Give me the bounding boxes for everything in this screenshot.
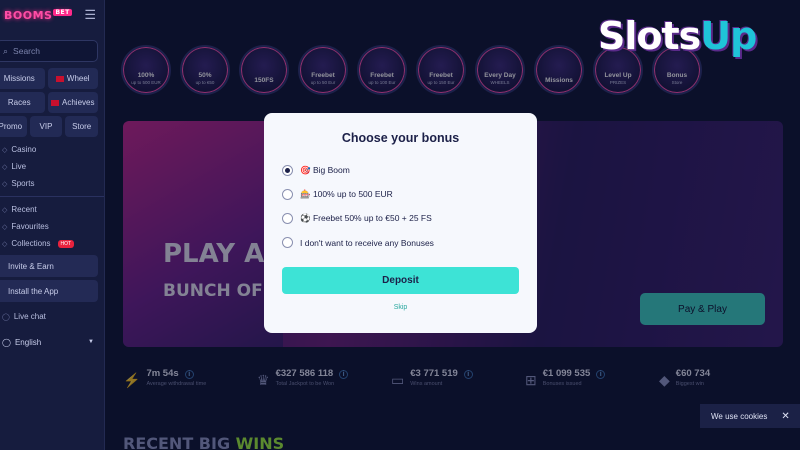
- search-icon: ⌕: [3, 45, 9, 56]
- tile-label: Achieves: [62, 98, 95, 107]
- option-label: 🎰 100% up to 500 EUR: [300, 189, 393, 199]
- sidebar: BOOMS BET ☰ ⌕ Search Missions Wheel Races…: [0, 0, 105, 450]
- nav-sports[interactable]: ◇ Sports: [0, 175, 104, 192]
- nav-primary: ◇ Casino ◇ Live ◇ Sports: [0, 141, 104, 192]
- nav-label: Collections: [11, 239, 51, 248]
- nav-label: Favourites: [11, 222, 49, 231]
- collection-icon: ◇: [2, 240, 8, 248]
- tile-wheel[interactable]: Wheel: [47, 68, 98, 89]
- live-chat-link[interactable]: ◯ Live chat: [0, 308, 104, 325]
- clock-icon: ◇: [2, 206, 8, 214]
- tile-label: Races: [7, 98, 31, 107]
- tile-label: Wheel: [66, 74, 90, 83]
- search-input[interactable]: ⌕ Search: [0, 40, 98, 62]
- language-select[interactable]: ◯ English ▼: [0, 331, 104, 353]
- nav-label: Sports: [11, 179, 35, 188]
- slotsup-watermark: SlotsUp: [598, 14, 757, 58]
- tile-label: VIP: [39, 122, 53, 131]
- chat-icon: ◯: [2, 313, 10, 321]
- globe-icon: ◯: [2, 337, 11, 347]
- radio[interactable]: [282, 189, 293, 200]
- nav-casino[interactable]: ◇ Casino: [0, 141, 104, 158]
- divider: [0, 196, 104, 197]
- radio-selected[interactable]: [282, 165, 293, 176]
- nav-label: Casino: [11, 145, 37, 154]
- skip-link[interactable]: Skip: [264, 304, 537, 311]
- option-label: I don't want to receive any Bonuses: [300, 237, 434, 248]
- nav-secondary: ◇ Recent ◇ Favourites ◇ Collections HOT: [0, 201, 104, 252]
- tile-promo[interactable]: Promo: [0, 116, 27, 137]
- flag-icon: [51, 99, 60, 106]
- radio[interactable]: [282, 213, 293, 224]
- caret-down-icon: ▼: [88, 339, 94, 345]
- tile-store[interactable]: Store: [65, 116, 98, 137]
- nav-favourites[interactable]: ◇ Favourites: [0, 218, 104, 235]
- close-icon[interactable]: ✕: [781, 411, 789, 422]
- install-label: Install the App: [8, 286, 59, 296]
- nav-collections[interactable]: ◇ Collections HOT: [0, 235, 104, 252]
- invite-earn-button[interactable]: Invite & Earn: [0, 255, 98, 277]
- deposit-button[interactable]: Deposit: [282, 267, 519, 294]
- quick-grid-3: Promo VIP Store: [0, 116, 98, 137]
- bonus-option-none[interactable]: I don't want to receive any Bonuses: [282, 237, 434, 248]
- modal-title: Choose your bonus: [341, 131, 460, 145]
- nav-recent[interactable]: ◇ Recent: [0, 201, 104, 218]
- flag-icon: [55, 75, 64, 82]
- tile-label: Promo: [0, 122, 23, 131]
- watermark-b: Up: [700, 14, 757, 58]
- option-label: 🎯 Big Boom: [300, 165, 350, 175]
- brand-logo[interactable]: BOOMS BET: [4, 8, 72, 22]
- chevron-icon: ◇: [2, 146, 8, 154]
- quick-grid: Missions Wheel Races Achieves: [0, 68, 98, 113]
- hot-badge: HOT: [57, 239, 75, 248]
- cookie-banner: We use cookies ✕: [700, 404, 800, 428]
- language-label: English: [14, 337, 42, 347]
- invite-label: Invite & Earn: [8, 261, 54, 271]
- tile-missions[interactable]: Missions: [0, 68, 45, 89]
- heart-icon: ◇: [2, 223, 8, 231]
- tile-label: Store: [72, 122, 92, 131]
- bonus-option-100[interactable]: 🎰 100% up to 500 EUR: [282, 189, 393, 200]
- search-placeholder: Search: [13, 46, 40, 56]
- nav-live[interactable]: ◇ Live: [0, 158, 104, 175]
- bonus-option-freebet[interactable]: ⚽ Freebet 50% up to €50 + 25 FS: [282, 213, 432, 224]
- bonus-option-big-boom[interactable]: 🎯 Big Boom: [282, 165, 350, 176]
- option-label: ⚽ Freebet 50% up to €50 + 25 FS: [300, 213, 432, 223]
- tile-races[interactable]: Races: [0, 92, 45, 113]
- nav-label: Live: [11, 162, 27, 171]
- nav-label: Recent: [11, 205, 37, 214]
- chevron-icon: ◇: [2, 180, 8, 188]
- watermark-a: Slots: [598, 14, 701, 58]
- logo-row: BOOMS BET ☰: [0, 0, 104, 30]
- chevron-icon: ◇: [2, 163, 8, 171]
- tile-vip[interactable]: VIP: [29, 116, 63, 137]
- cookie-text: We use cookies: [711, 411, 768, 421]
- tile-achieves[interactable]: Achieves: [47, 92, 98, 113]
- install-app-button[interactable]: Install the App: [0, 280, 98, 302]
- menu-icon[interactable]: ☰: [84, 7, 96, 23]
- tile-label: Missions: [3, 74, 35, 83]
- radio[interactable]: [282, 237, 293, 248]
- bonus-modal: Choose your bonus 🎯 Big Boom 🎰 100% up t…: [264, 113, 537, 333]
- livechat-label: Live chat: [13, 312, 46, 321]
